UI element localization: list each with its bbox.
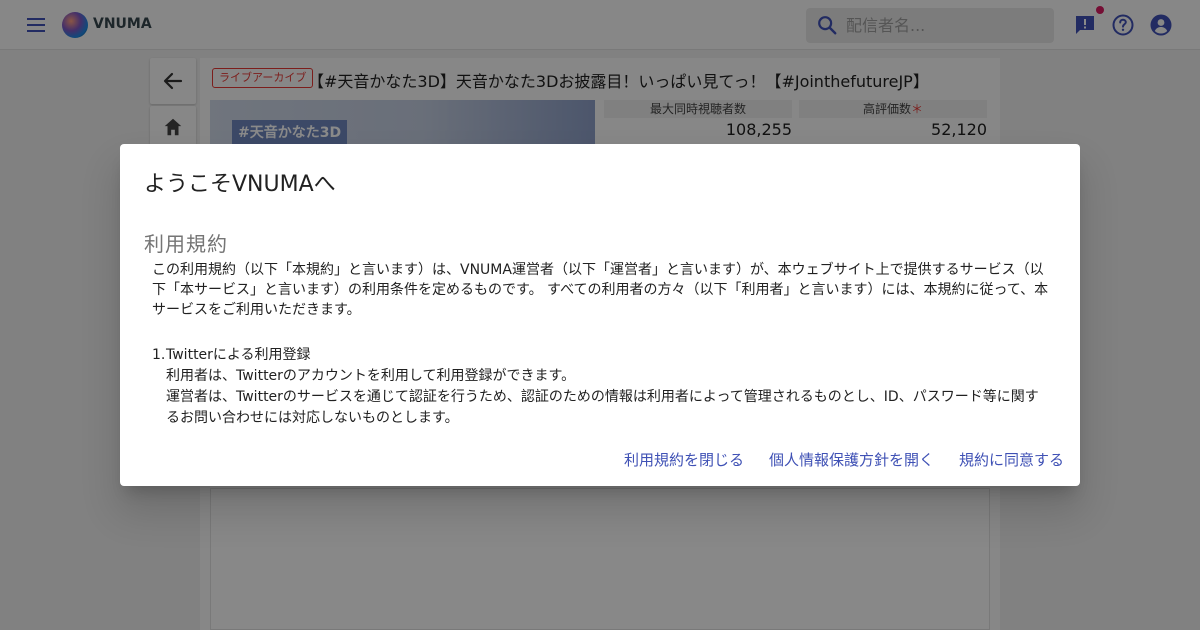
terms-scroll-area[interactable]: この利用規約（以下「本規約」と言います）は、VNUMA運営者（以下「運営者」と言… xyxy=(144,260,1056,430)
open-privacy-policy-button[interactable]: 個人情報保護方針を開く xyxy=(769,448,934,472)
terms-list: 1. Twitterによる利用登録 利用者は、Twitterのアカウントを利用し… xyxy=(152,345,1050,429)
dialog-actions: 利用規約を閉じる 個人情報保護方針を開く 規約に同意する xyxy=(624,448,1064,472)
dialog-title: ようこそVNUMAへ xyxy=(144,172,336,197)
term-text: 運営者は、Twitterのサービスを通じて認証を行うため、認証のための情報は利用… xyxy=(166,389,1039,426)
term-heading: Twitterによる利用登録 xyxy=(166,347,311,363)
welcome-dialog: ようこそVNUMAへ 利用規約 この利用規約（以下「本規約」と言います）は、VN… xyxy=(120,144,1080,486)
term-text: 利用者は、Twitterのアカウントを利用して利用登録ができます。 xyxy=(166,368,576,384)
close-terms-button[interactable]: 利用規約を閉じる xyxy=(624,448,744,472)
terms-heading: 利用規約 xyxy=(144,232,228,256)
agree-terms-button[interactable]: 規約に同意する xyxy=(959,448,1064,472)
term-content: Twitterによる利用登録 利用者は、Twitterのアカウントを利用して利用… xyxy=(166,345,1050,429)
term-number: 1. xyxy=(152,347,166,363)
terms-intro: この利用規約（以下「本規約」と言います）は、VNUMA運営者（以下「運営者」と言… xyxy=(152,262,1049,318)
list-item: 1. Twitterによる利用登録 利用者は、Twitterのアカウントを利用し… xyxy=(152,345,1050,429)
